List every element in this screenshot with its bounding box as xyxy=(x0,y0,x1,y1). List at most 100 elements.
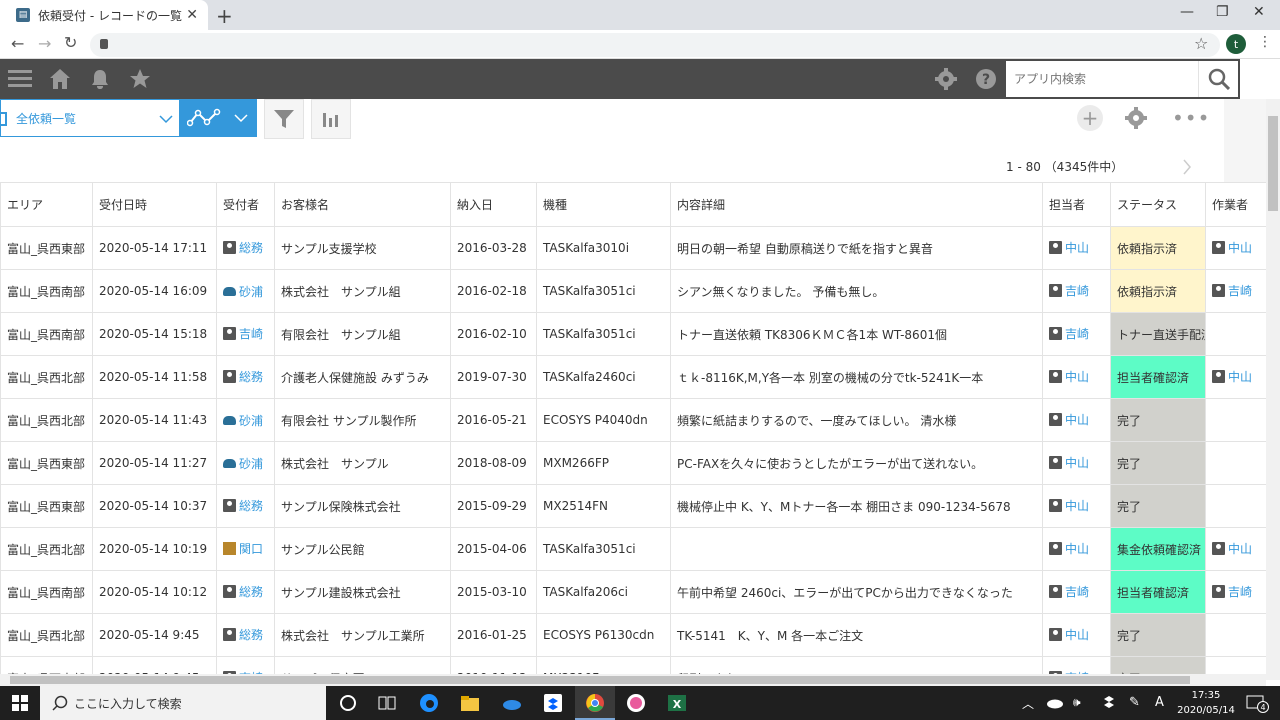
receiver-link[interactable]: 総務 xyxy=(223,368,263,385)
file-explorer-icon[interactable] xyxy=(460,693,480,713)
assignee-link[interactable]: 吉崎 xyxy=(1049,325,1089,342)
add-record-button[interactable]: + xyxy=(1077,105,1103,131)
horizontal-scroll-thumb[interactable] xyxy=(10,676,1190,684)
column-header[interactable]: エリア xyxy=(0,182,93,227)
receiver-link[interactable]: 総務 xyxy=(223,239,263,256)
graph-button[interactable] xyxy=(180,99,257,137)
column-header[interactable]: 担当者 xyxy=(1042,182,1111,227)
browser-menu-icon[interactable]: ⋮ xyxy=(1258,34,1272,50)
next-page-chevron-icon[interactable] xyxy=(1182,159,1192,175)
receiver-link[interactable]: 吉崎 xyxy=(223,325,263,342)
help-icon[interactable]: ? xyxy=(975,68,997,90)
taskbar-search-box[interactable]: ここに入力して検索 xyxy=(40,686,326,720)
close-window-icon[interactable]: ✕ xyxy=(1253,4,1265,20)
view-select[interactable]: 全依頼一覧 xyxy=(0,99,180,137)
table-row[interactable]: 富山_呉西北部 2020-05-14 11:58 総務 介護老人保健施設 みずうみ 20… xyxy=(0,355,1266,399)
model-cell: MXM266FP xyxy=(536,441,671,485)
table-row[interactable]: 富山_呉西南部 2020-05-14 15:18 吉崎 有限会社 サンプル組 2016-… xyxy=(0,312,1266,356)
worker-link[interactable]: 吉崎 xyxy=(1212,282,1252,299)
receiver-link[interactable]: 総務 xyxy=(223,626,263,643)
column-header[interactable]: 受付者 xyxy=(216,182,275,227)
column-header[interactable]: ステータス xyxy=(1110,182,1206,227)
assignee-link[interactable]: 中山 xyxy=(1049,239,1089,256)
chrome-taskbar-button[interactable] xyxy=(575,686,615,720)
worker-link[interactable]: 中山 xyxy=(1212,368,1252,385)
cortana-icon[interactable] xyxy=(338,693,358,713)
back-icon[interactable]: ← xyxy=(11,34,24,53)
new-tab-button[interactable]: + xyxy=(216,4,233,28)
assignee-link[interactable]: 吉崎 xyxy=(1049,282,1089,299)
dropbox-tray-icon[interactable] xyxy=(1101,695,1121,715)
show-hidden-icons-chevron-icon[interactable]: ︿ xyxy=(1022,695,1034,712)
windows-start-icon[interactable] xyxy=(12,695,28,711)
assignee-name: 中山 xyxy=(1065,499,1090,513)
column-header[interactable]: お客様名 xyxy=(274,182,451,227)
user-avatar-icon xyxy=(1212,370,1225,383)
column-header[interactable]: 作業者 xyxy=(1205,182,1266,227)
receiver-link[interactable]: 砂浦 xyxy=(223,455,263,472)
system-clock[interactable]: 17:35 2020/05/14 xyxy=(1176,688,1236,718)
table-row[interactable]: 富山_呉西東部 2020-05-14 10:37 総務 サンプル保険株式会社 2015-… xyxy=(0,484,1266,528)
column-header[interactable]: 内容詳細 xyxy=(670,182,1043,227)
home-icon[interactable] xyxy=(49,68,71,90)
receiver-link[interactable]: 関口 xyxy=(223,540,263,557)
settings-gear-icon[interactable] xyxy=(935,68,957,90)
forward-icon[interactable]: → xyxy=(38,34,51,53)
column-header[interactable]: 機種 xyxy=(536,182,671,227)
minimize-icon[interactable]: — xyxy=(1180,4,1194,20)
assignee-link[interactable]: 中山 xyxy=(1049,454,1089,471)
assignee-link[interactable]: 中山 xyxy=(1049,497,1089,514)
vertical-scroll-thumb[interactable] xyxy=(1268,116,1278,211)
app-settings-gear-icon[interactable] xyxy=(1125,107,1147,129)
assignee-link[interactable]: 中山 xyxy=(1049,411,1089,428)
assignee-link[interactable]: 吉崎 xyxy=(1049,583,1089,600)
bell-icon[interactable] xyxy=(89,68,111,90)
dropbox-icon[interactable] xyxy=(543,693,563,713)
table-row[interactable]: 富山_呉西北部 2020-05-14 11:43 砂浦 有限会社 サンプル製作所 201… xyxy=(0,398,1266,442)
bookmark-star-icon[interactable]: ☆ xyxy=(1194,34,1208,53)
worker-link[interactable]: 中山 xyxy=(1212,540,1252,557)
task-view-icon[interactable] xyxy=(377,693,397,713)
table-row[interactable]: 富山_呉西北部 2020-05-14 10:19 関口 サンプル公民館 2015-04-… xyxy=(0,527,1266,571)
close-tab-icon[interactable]: ✕ xyxy=(186,7,198,23)
pen-icon[interactable]: ✎ xyxy=(1129,695,1140,710)
ime-mode-icon[interactable]: A xyxy=(1155,695,1164,710)
worker-link[interactable]: 中山 xyxy=(1212,239,1252,256)
maximize-icon[interactable]: ❐ xyxy=(1216,4,1229,20)
chart-button[interactable] xyxy=(311,99,351,139)
column-header[interactable]: 受付日時 xyxy=(92,182,217,227)
filter-button[interactable] xyxy=(264,99,304,139)
onedrive-icon[interactable] xyxy=(502,693,522,713)
itunes-icon[interactable] xyxy=(626,693,646,713)
status-cell: 完了 xyxy=(1110,484,1206,528)
receiver-link[interactable]: 総務 xyxy=(223,497,263,514)
url-field[interactable] xyxy=(90,33,1220,57)
edge-browser-icon[interactable] xyxy=(419,693,439,713)
volume-icon[interactable]: 🕪 xyxy=(1073,695,1081,710)
onedrive-tray-icon[interactable] xyxy=(1046,695,1066,715)
column-header[interactable]: 納入日 xyxy=(450,182,537,227)
app-search-input[interactable] xyxy=(1006,61,1198,97)
worker-link[interactable]: 吉崎 xyxy=(1212,583,1252,600)
assignee-link[interactable]: 中山 xyxy=(1049,368,1089,385)
assignee-link[interactable]: 中山 xyxy=(1049,626,1089,643)
reload-icon[interactable]: ↻ xyxy=(64,33,77,52)
table-row[interactable]: 富山_呉西南部 2020-05-14 10:12 総務 サンプル建設株式会社 2015-… xyxy=(0,570,1266,614)
receiver-link[interactable]: 砂浦 xyxy=(223,283,263,300)
table-row[interactable]: 富山_呉西南部 2020-05-14 16:09 砂浦 株式会社 サンプル組 2016-… xyxy=(0,269,1266,313)
star-icon[interactable] xyxy=(129,68,151,90)
excel-icon[interactable]: X xyxy=(667,693,687,713)
receiver-link[interactable]: 砂浦 xyxy=(223,412,263,429)
browser-tab[interactable]: ▤ 依頼受付 - レコードの一覧 ✕ xyxy=(0,0,208,30)
table-row[interactable]: 富山_呉西東部2020-05-14 9:45吉崎サンプル保育園2010-11-1… xyxy=(0,656,1266,674)
hamburger-menu-icon[interactable] xyxy=(8,68,32,90)
assignee-link[interactable]: 中山 xyxy=(1049,540,1089,557)
search-button[interactable] xyxy=(1198,61,1238,97)
profile-avatar[interactable]: t xyxy=(1226,34,1246,54)
receiver-link[interactable]: 総務 xyxy=(223,583,263,600)
table-row[interactable]: 富山_呉西北部 2020-05-14 9:45 総務 株式会社 サンプル工業所 2016… xyxy=(0,613,1266,657)
more-options-icon[interactable]: ••• xyxy=(1172,106,1210,130)
table-row[interactable]: 富山_呉西東部 2020-05-14 17:11 総務 サンプル支援学校 2016-03… xyxy=(0,226,1266,270)
customer-cell: サンプル建設株式会社 xyxy=(274,570,451,614)
table-row[interactable]: 富山_呉西東部 2020-05-14 11:27 砂浦 株式会社 サンプル 2018-0… xyxy=(0,441,1266,485)
